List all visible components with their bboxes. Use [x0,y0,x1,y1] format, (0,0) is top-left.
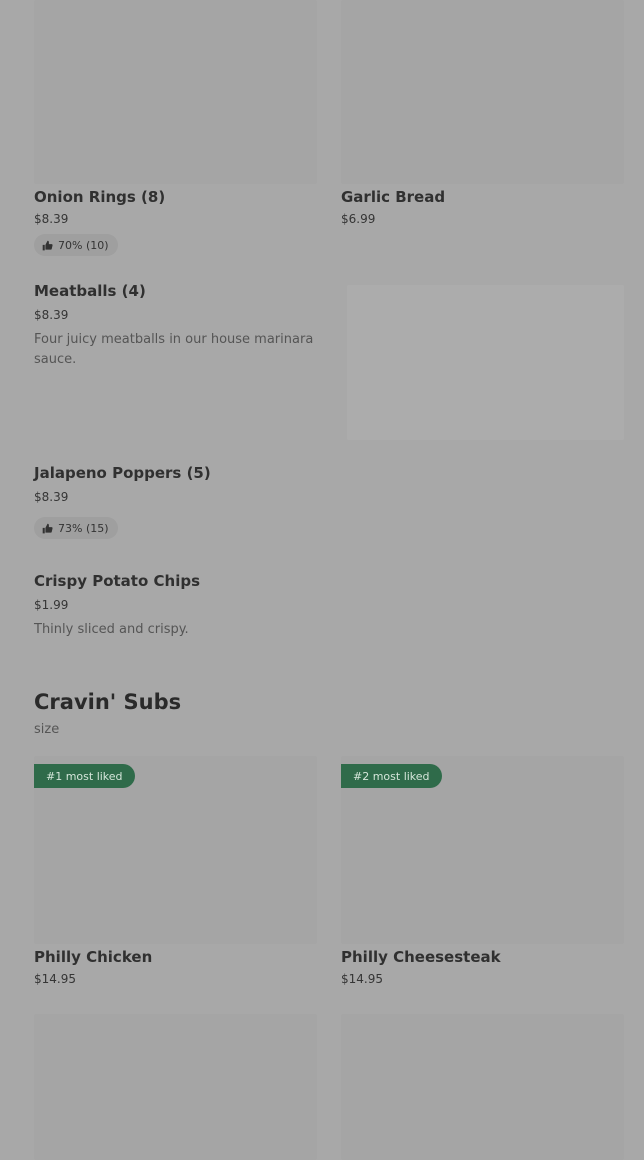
item-description: Thinly sliced and crispy. [34,622,189,637]
item-image [34,0,317,184]
menu-item-philly-chicken[interactable]: #1 most liked Philly Chicken $14.95 [34,756,317,996]
item-title: Jalapeno Poppers (5) [34,464,211,482]
menu-item-garlic-bread[interactable]: Garlic Bread $6.99 [341,0,624,240]
most-liked-badge: #2 most liked [341,764,442,788]
item-image [341,1014,624,1160]
item-price: $1.99 [34,598,69,612]
rating-badge: 70% (10) [34,234,118,256]
item-price: $8.39 [34,308,69,322]
item-title: Philly Cheesesteak [341,948,501,966]
item-price: $8.39 [34,212,69,226]
rating-text: 73% (15) [58,521,109,535]
rating-badge: 73% (15) [34,517,118,539]
menu-item-philly-cheesesteak[interactable]: #2 most liked Philly Cheesesteak $14.95 [341,756,624,996]
item-title: Meatballs (4) [34,282,146,300]
item-price: $8.39 [34,490,69,504]
item-price: $6.99 [341,212,376,226]
item-title: Philly Chicken [34,948,153,966]
item-image [34,1014,317,1160]
menu-item-jalapeno-poppers[interactable]: Jalapeno Poppers (5) $8.39 73% (15) [34,462,624,552]
menu-item-card[interactable] [34,1014,317,1160]
item-title: Garlic Bread [341,188,446,206]
menu-item-onion-rings[interactable]: Onion Rings (8) $8.39 70% (10) [34,0,317,262]
item-image [347,285,624,440]
item-image [341,0,624,184]
menu-item-card[interactable] [341,1014,624,1160]
most-liked-badge: #1 most liked [34,764,135,788]
item-title: Onion Rings (8) [34,188,166,206]
item-price: $14.95 [341,972,383,986]
item-price: $14.95 [34,972,76,986]
menu-item-potato-chips[interactable]: Crispy Potato Chips $1.99 Thinly sliced … [34,570,624,650]
thumbs-up-icon [42,240,53,250]
item-description: Four juicy meatballs in our house marina… [34,332,314,367]
item-title: Crispy Potato Chips [34,572,200,590]
section-subtitle: size [34,722,60,737]
thumbs-up-icon [42,523,53,533]
rating-text: 70% (10) [58,238,109,252]
menu-item-meatballs[interactable]: Meatballs (4) $8.39 Four juicy meatballs… [34,280,624,440]
section-title: Cravin' Subs [34,690,182,714]
